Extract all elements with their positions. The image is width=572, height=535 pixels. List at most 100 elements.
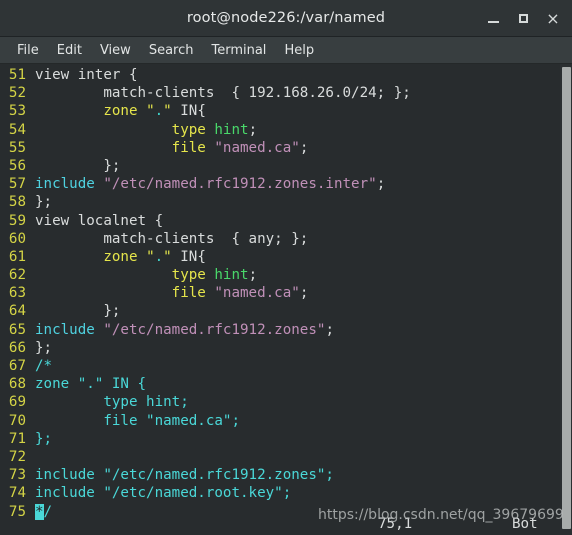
- line-number: 59: [8, 212, 26, 229]
- code-line[interactable]: 74 include "/etc/named.root.key";: [0, 484, 411, 502]
- code-token: ": [146, 103, 155, 120]
- code-line[interactable]: 66};: [0, 339, 411, 357]
- menu-item-file[interactable]: File: [8, 41, 48, 60]
- code-token: type hint;: [35, 394, 189, 411]
- code-token: "named.ca": [214, 139, 300, 156]
- line-number: 51: [8, 67, 26, 83]
- code-token: view inter {: [35, 67, 138, 83]
- code-line[interactable]: 58};: [0, 193, 411, 211]
- code-token: .: [154, 103, 164, 120]
- minimize-button[interactable]: [478, 4, 508, 34]
- code-token: ;: [299, 285, 309, 302]
- code-token: ;: [325, 321, 334, 338]
- line-number: 61: [8, 248, 26, 265]
- code-token: hint: [214, 121, 249, 138]
- code-line[interactable]: 61 zone "." IN{: [0, 248, 411, 266]
- line-number: 73: [8, 467, 26, 484]
- code-token: file: [171, 139, 206, 156]
- code-line[interactable]: 56 };: [0, 157, 411, 175]
- terminal-window: root@node226:/var/named × File Edit View Se…: [0, 0, 572, 535]
- code-line[interactable]: 72: [0, 448, 411, 466]
- code-line[interactable]: 70 file "named.ca";: [0, 412, 411, 430]
- title-bar[interactable]: root@node226:/var/named ×: [0, 0, 572, 37]
- menu-item-edit[interactable]: Edit: [48, 41, 91, 60]
- code-token: IN{: [171, 103, 206, 120]
- line-number: 62: [8, 267, 26, 284]
- code-token: hint: [214, 267, 249, 284]
- code-token: view localnet {: [35, 212, 164, 229]
- code-line[interactable]: 65 include "/etc/named.rfc1912.zones";: [0, 321, 411, 339]
- line-number: 63: [8, 285, 26, 302]
- code-token: ;: [248, 267, 258, 284]
- maximize-button[interactable]: [508, 4, 538, 34]
- menu-item-view[interactable]: View: [91, 41, 140, 60]
- code-line[interactable]: 54 type hint;: [0, 121, 411, 139]
- code-token: type: [171, 121, 206, 138]
- code-token: "/etc/named.rfc1912.zones.inter": [103, 176, 377, 193]
- code-line[interactable]: 68 zone "." IN {: [0, 375, 411, 393]
- scrollbar[interactable]: [560, 64, 572, 535]
- line-number: 57: [8, 176, 26, 193]
- code-line[interactable]: 69 type hint;: [0, 393, 411, 411]
- menu-item-help[interactable]: Help: [275, 41, 323, 60]
- code-line[interactable]: 51 view inter {: [0, 66, 411, 84]
- code-line[interactable]: 57 include "/etc/named.rfc1912.zones.inte…: [0, 175, 411, 193]
- code-line[interactable]: 67 /*: [0, 357, 411, 375]
- code-token: zone: [103, 248, 138, 265]
- line-number: 66: [8, 339, 26, 356]
- code-line[interactable]: 60 match-clients { any; };: [0, 230, 411, 248]
- line-number: 52: [8, 85, 26, 102]
- code-line[interactable]: 73 include "/etc/named.rfc1912.zones";: [0, 466, 411, 484]
- code-area[interactable]: 51 view inter {52 match-clients { 192.168…: [0, 64, 411, 521]
- code-token: ": [146, 248, 155, 265]
- line-number: 70: [8, 412, 26, 429]
- code-token: "/etc/named.rfc1912.zones": [103, 321, 326, 338]
- code-line[interactable]: 71};: [0, 430, 411, 448]
- code-token: };: [35, 303, 121, 320]
- code-token: include "/etc/named.root.key";: [35, 485, 292, 502]
- code-line[interactable]: 62 type hint;: [0, 266, 411, 284]
- line-number: 55: [8, 139, 26, 156]
- close-button[interactable]: ×: [538, 4, 568, 34]
- code-line[interactable]: 64 };: [0, 302, 411, 320]
- close-icon: ×: [546, 8, 560, 28]
- code-line[interactable]: 53 zone "." IN{: [0, 102, 411, 120]
- menu-item-terminal[interactable]: Terminal: [202, 41, 275, 60]
- menu-item-search[interactable]: Search: [140, 41, 203, 60]
- code-line[interactable]: 52 match-clients { 192.168.26.0/24; };: [0, 84, 411, 102]
- line-number: 60: [8, 230, 26, 247]
- minimize-icon: [487, 21, 499, 23]
- line-number: 69: [8, 394, 26, 411]
- code-token: /*: [35, 358, 53, 374]
- code-token: ;: [376, 176, 386, 193]
- code-token: match-clients { 192.168.26.0/24; };: [35, 85, 411, 102]
- code-line[interactable]: 63 file "named.ca";: [0, 284, 411, 302]
- code-token: ;: [299, 139, 309, 156]
- terminal-body[interactable]: 51 view inter {52 match-clients { 192.168…: [0, 64, 572, 535]
- scrollbar-thumb[interactable]: [562, 67, 571, 529]
- code-token: match-clients { any; };: [35, 230, 309, 247]
- code-token: zone: [103, 103, 138, 120]
- code-token: include: [35, 176, 95, 193]
- code-token: };: [35, 194, 53, 211]
- code-line[interactable]: 55 file "named.ca";: [0, 139, 411, 157]
- line-number: 67: [8, 358, 26, 374]
- code-token: IN{: [171, 248, 206, 265]
- vim-status-line: 75,1 Bot: [0, 515, 560, 535]
- line-number: 64: [8, 303, 26, 320]
- code-token: .: [154, 248, 164, 265]
- code-token: include: [35, 321, 95, 338]
- code-token: file "named.ca";: [35, 412, 240, 429]
- scroll-location: Bot: [512, 516, 538, 532]
- code-line[interactable]: 59 view localnet {: [0, 212, 411, 230]
- window-controls: ×: [478, 0, 568, 37]
- line-number: 58: [8, 194, 26, 211]
- cursor-position: 75,1: [378, 516, 413, 532]
